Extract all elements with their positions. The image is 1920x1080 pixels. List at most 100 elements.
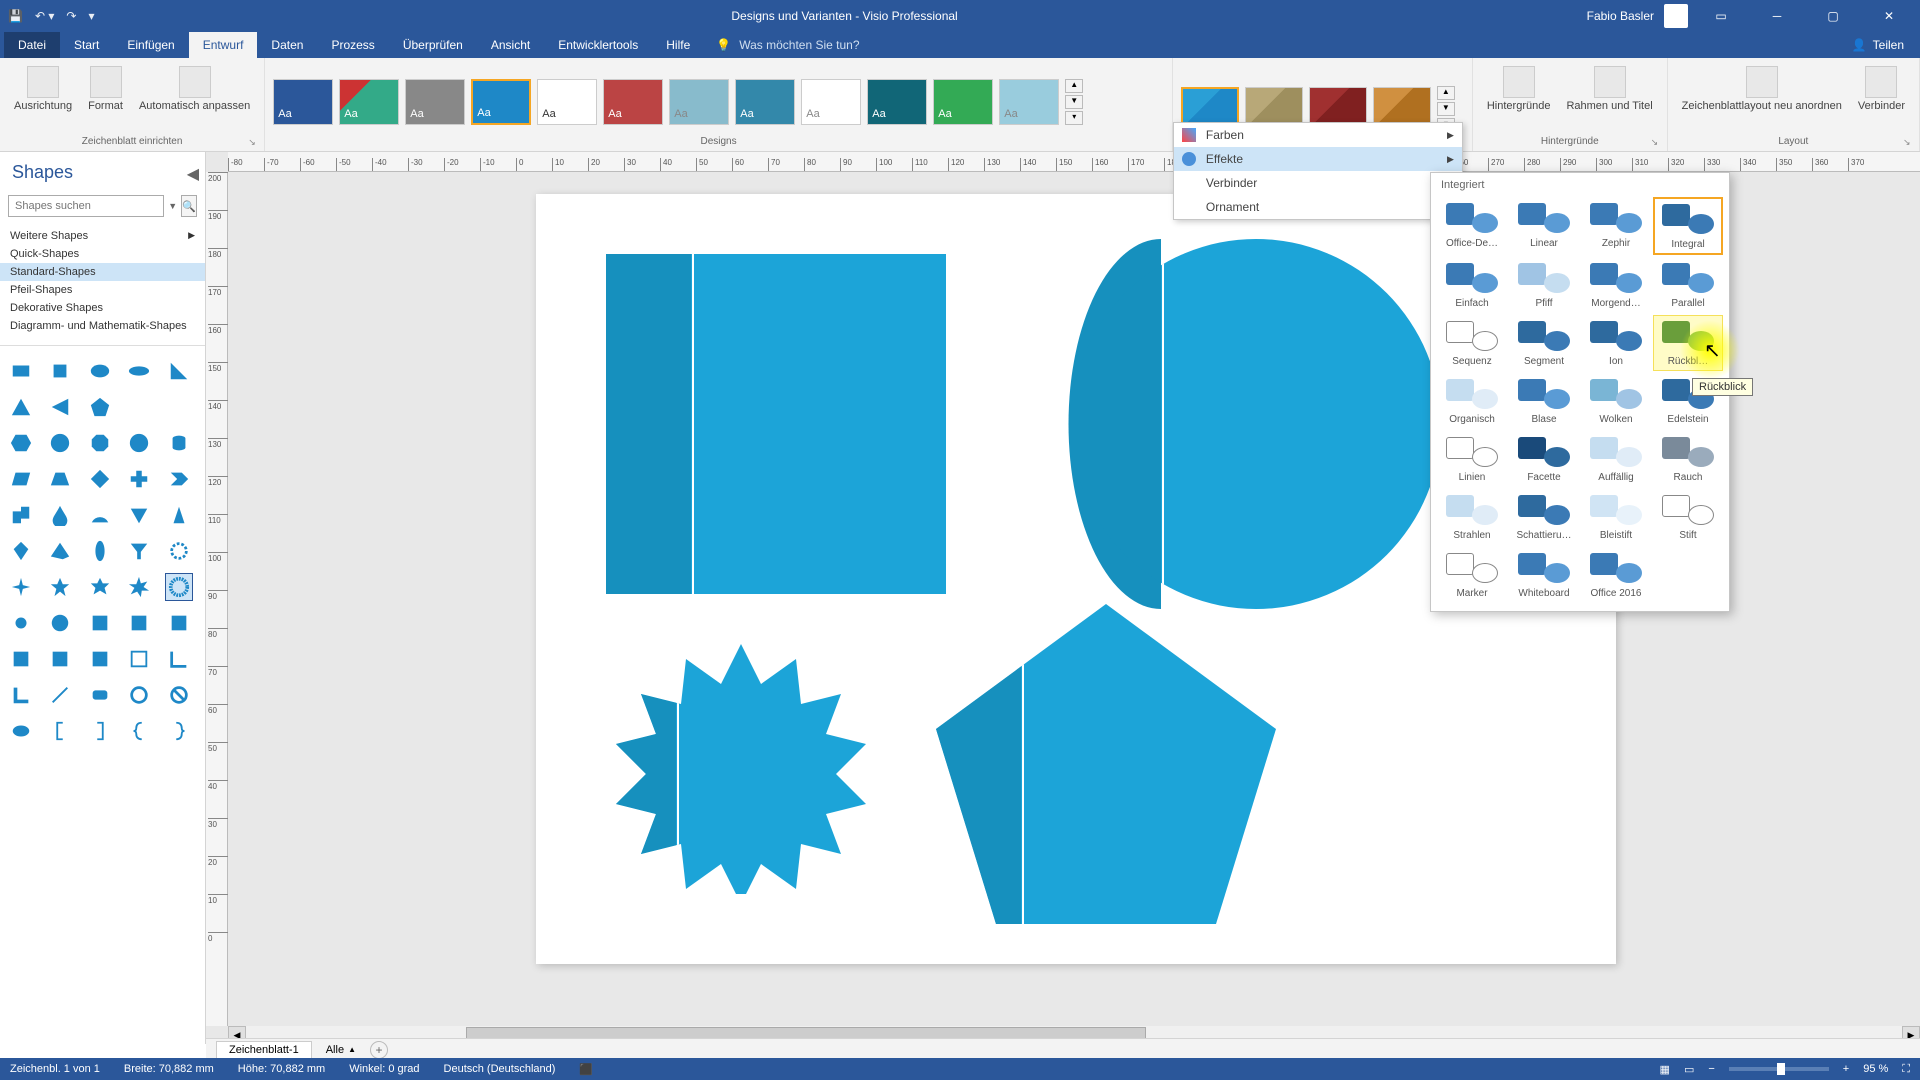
effect-morgend[interactable]: Morgend… [1581,257,1651,313]
shape-pentagon[interactable] [87,394,113,420]
canvas-starburst[interactable] [606,624,876,894]
format-button[interactable]: Format [82,62,129,116]
qat-more-icon[interactable]: ▾ [88,9,94,23]
effect-blase[interactable]: Blase [1509,373,1579,429]
shape-circle[interactable] [126,430,152,456]
sheet-all-button[interactable]: Alle ▲ [326,1044,356,1056]
effect-integral[interactable]: Integral [1653,197,1723,255]
cat-more-shapes[interactable]: Weitere Shapes▶ [0,227,205,245]
shape-step[interactable] [8,502,34,528]
cat-decorative-shapes[interactable]: Dekorative Shapes [0,299,205,317]
cat-quick-shapes[interactable]: Quick-Shapes [0,245,205,263]
menu-effects[interactable]: Effekte▶ [1174,147,1462,171]
designs-scroll-down[interactable]: ▼ [1065,95,1083,109]
shape-star5[interactable] [47,574,73,600]
effect-organisch[interactable]: Organisch [1437,373,1507,429]
shapes-collapse-icon[interactable]: ◀ [187,164,199,184]
effect-stift[interactable]: Stift [1653,489,1723,545]
shape-right-triangle[interactable] [166,358,192,384]
shape-ring[interactable] [126,682,152,708]
tab-devtools[interactable]: Entwicklertools [544,32,652,58]
minimize-button[interactable]: ─ [1754,0,1800,32]
autofit-button[interactable]: Automatisch anpassen [133,62,256,116]
menu-ornament[interactable]: Ornament▶ [1174,195,1462,219]
shape-parallelogram[interactable] [8,466,34,492]
shape-triangle-up[interactable] [8,394,34,420]
shape-square[interactable] [47,358,73,384]
shape-funnel[interactable] [126,538,152,564]
shape-star6[interactable] [87,574,113,600]
sheet-tab-1[interactable]: Zeichenblatt-1 [216,1041,312,1058]
design-thumb-1[interactable]: Aa [273,79,333,125]
effect-schattieru[interactable]: Schattieru… [1509,489,1579,545]
cat-arrow-shapes[interactable]: Pfeil-Shapes [0,281,205,299]
design-thumb-4[interactable]: Aa [471,79,531,125]
shape-line[interactable] [47,682,73,708]
shape-bracket-r[interactable] [87,718,113,744]
tab-start[interactable]: Start [60,32,113,58]
backgrounds-button[interactable]: Hintergründe [1481,62,1557,116]
effect-bleistift[interactable]: Bleistift [1581,489,1651,545]
shape-sq4[interactable] [8,646,34,672]
shape-sq2[interactable] [126,610,152,636]
canvas-circle[interactable] [1066,234,1446,614]
backgrounds-launcher[interactable]: ↘ [1651,137,1663,149]
shapes-search-input[interactable] [8,195,164,217]
effect-marker[interactable]: Marker [1437,547,1507,603]
shape-diamond[interactable] [87,466,113,492]
design-thumb-12[interactable]: Aa [999,79,1059,125]
design-thumb-3[interactable]: Aa [405,79,465,125]
tab-process[interactable]: Prozess [317,32,388,58]
tab-help[interactable]: Hilfe [652,32,704,58]
maximize-button[interactable]: ▢ [1810,0,1856,32]
shape-sq6[interactable] [87,646,113,672]
effect-zephir[interactable]: Zephir [1581,197,1651,255]
undo-icon[interactable]: ↶ ▾ [35,9,54,23]
variants-scroll-up[interactable]: ▲ [1437,86,1455,100]
macro-record-icon[interactable]: ⬛ [579,1063,593,1076]
effect-office2016[interactable]: Office 2016 [1581,547,1651,603]
orientation-button[interactable]: Ausrichtung [8,62,78,116]
effect-auffllig[interactable]: Auffällig [1581,431,1651,487]
variants-scroll-down[interactable]: ▼ [1437,102,1455,116]
effect-officede[interactable]: Office-De… [1437,197,1507,255]
shape-trapezoid[interactable] [47,466,73,492]
effect-strahlen[interactable]: Strahlen [1437,489,1507,545]
page-setup-launcher[interactable]: ↘ [248,137,260,149]
shape-gear[interactable] [166,538,192,564]
ribbon-options-icon[interactable]: ▭ [1698,0,1744,32]
layout-launcher[interactable]: ↘ [1903,137,1915,149]
shape-bracket-l[interactable] [47,718,73,744]
shape-triangle-left[interactable] [47,394,73,420]
sheet-add-button[interactable]: + [370,1041,388,1059]
tell-me-search[interactable]: 💡 Was möchten Sie tun? [704,32,859,58]
shape-cone-down[interactable] [126,502,152,528]
tab-data[interactable]: Daten [257,32,317,58]
effect-linien[interactable]: Linien [1437,431,1507,487]
view-presentation-icon[interactable]: ▦ [1660,1063,1670,1076]
tab-view[interactable]: Ansicht [477,32,544,58]
shape-cylinder[interactable] [166,430,192,456]
canvas-pentagon[interactable] [926,594,1286,934]
shape-starburst[interactable] [166,574,192,600]
avatar[interactable] [1664,4,1688,28]
design-thumb-5[interactable]: Aa [537,79,597,125]
effect-wolken[interactable]: Wolken [1581,373,1651,429]
effect-whiteboard[interactable]: Whiteboard [1509,547,1579,603]
design-thumb-7[interactable]: Aa [669,79,729,125]
effect-segment[interactable]: Segment [1509,315,1579,371]
tab-file[interactable]: Datei [4,32,60,58]
shape-plus[interactable] [126,466,152,492]
shape-octagon[interactable] [87,430,113,456]
shape-pyramid[interactable] [47,538,73,564]
save-icon[interactable]: 💾 [8,9,23,23]
canvas-rectangle[interactable] [606,254,946,594]
frames-titles-button[interactable]: Rahmen und Titel [1560,62,1658,116]
shape-hexagon[interactable] [8,430,34,456]
menu-colors[interactable]: Farben▶ [1174,123,1462,147]
close-button[interactable]: ✕ [1866,0,1912,32]
effect-einfach[interactable]: Einfach [1437,257,1507,313]
design-thumb-8[interactable]: Aa [735,79,795,125]
shape-nosign[interactable] [166,682,192,708]
shape-kite[interactable] [8,538,34,564]
